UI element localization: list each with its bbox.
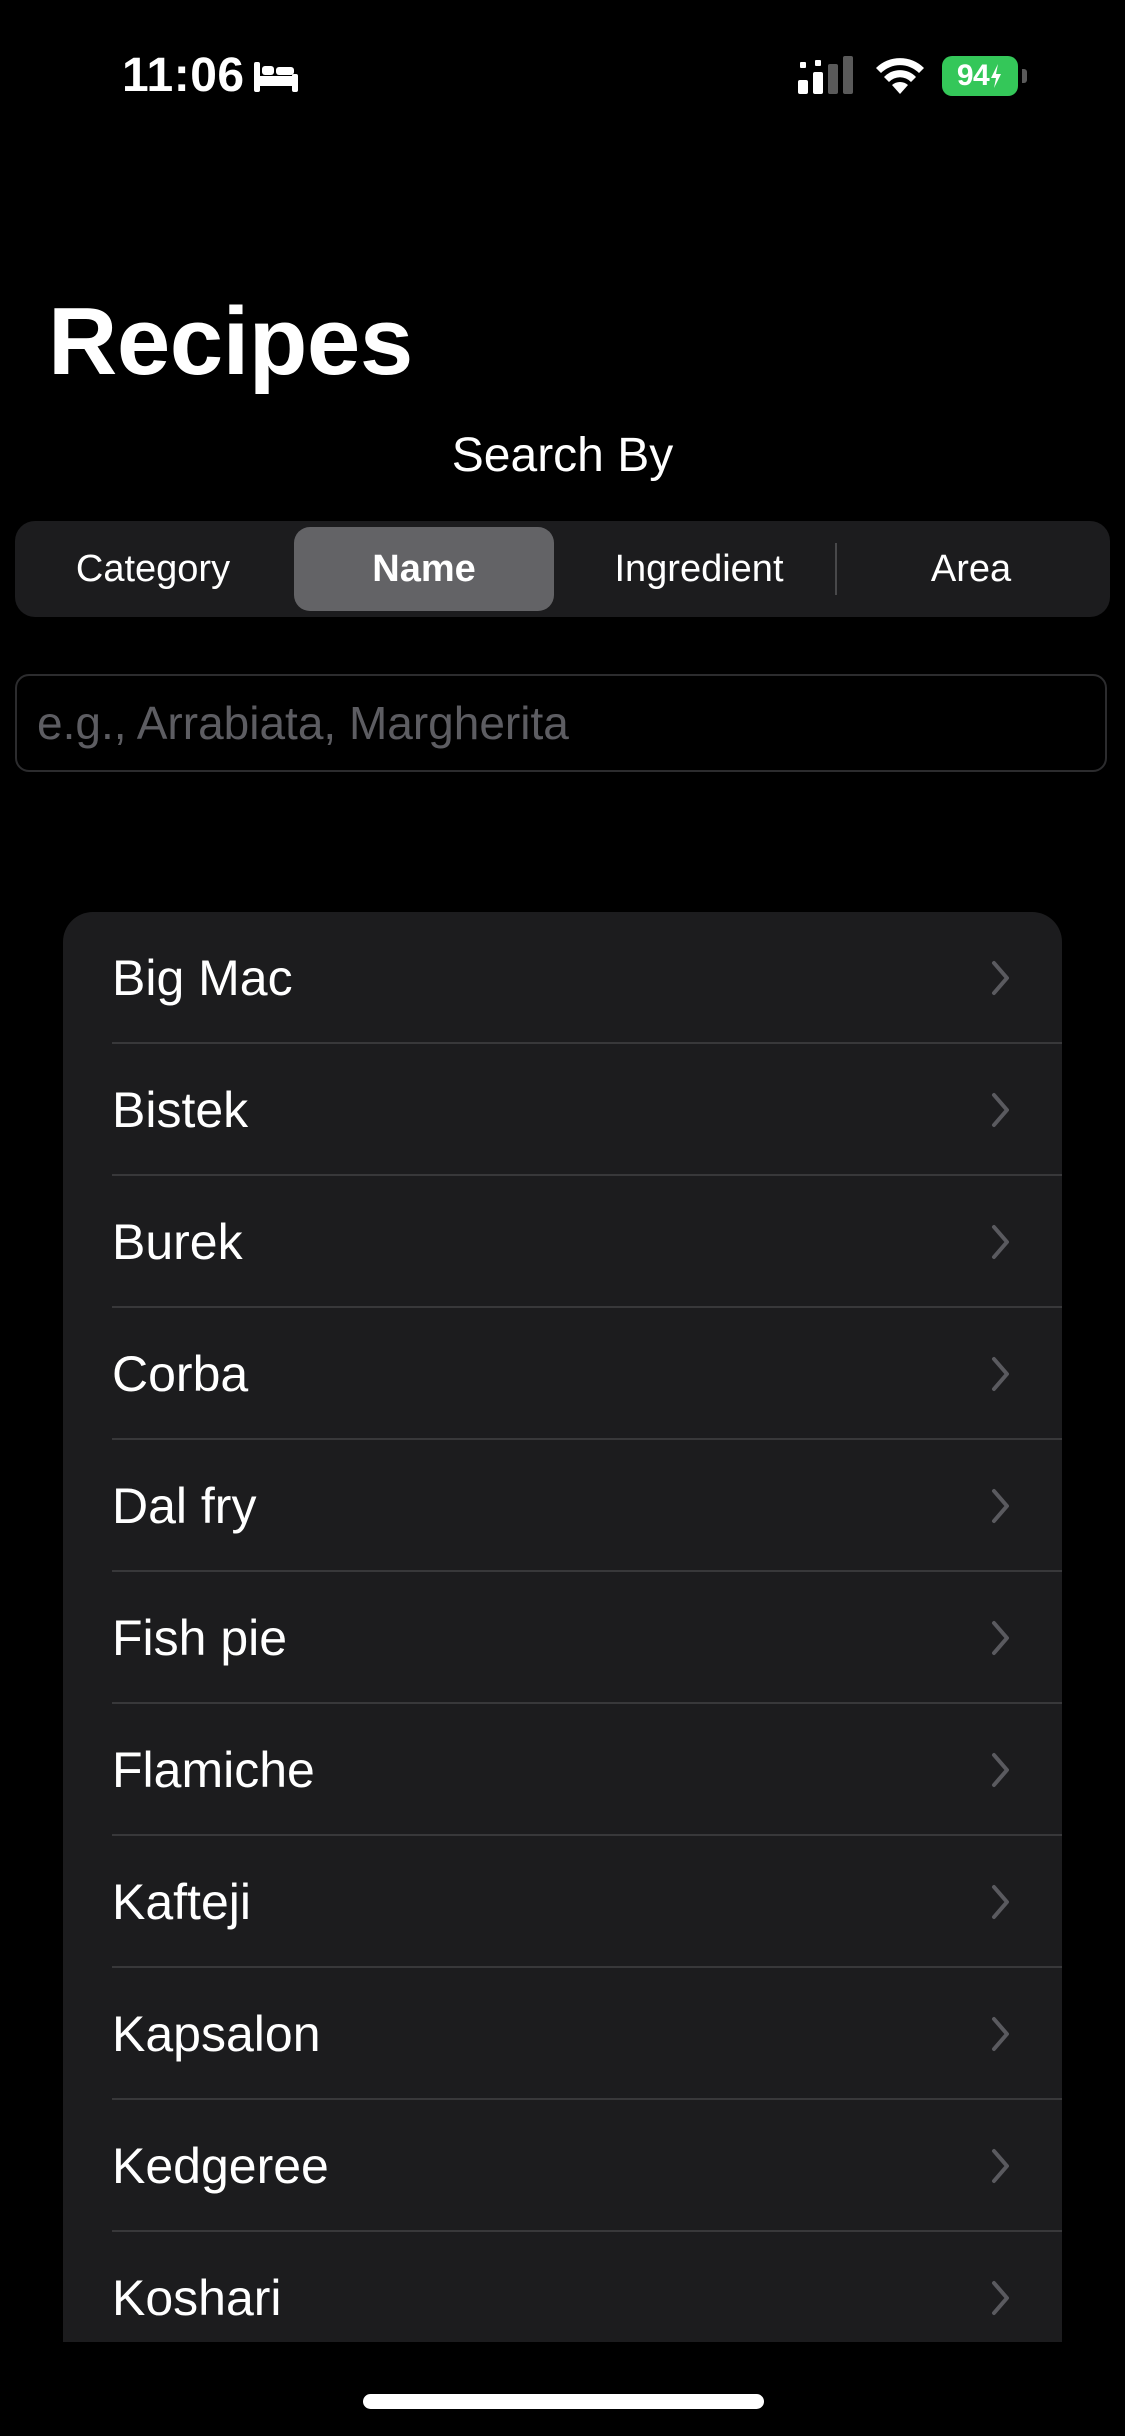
status-bar: 11:06 94 — [0, 0, 1125, 150]
charging-bolt-icon — [991, 64, 1002, 88]
search-by-segmented-control: Category Name Ingredient Area — [15, 521, 1110, 617]
search-field-container — [15, 674, 1107, 772]
list-item[interactable]: Bistek — [63, 1044, 1062, 1176]
chevron-right-icon — [992, 1621, 1009, 1655]
recipe-name: Burek — [112, 1214, 243, 1270]
chevron-right-icon — [992, 2149, 1009, 2183]
segment-divider — [835, 543, 837, 595]
recipe-name: Kafteji — [112, 1874, 251, 1930]
battery-level: 94 — [956, 59, 990, 92]
chevron-right-icon — [992, 1489, 1009, 1523]
chevron-right-icon — [992, 1093, 1009, 1127]
battery-body: 94 — [942, 56, 1018, 96]
battery-indicator: 94 — [942, 56, 1027, 96]
list-item[interactable]: Burek — [63, 1176, 1062, 1308]
segment-area[interactable]: Area — [839, 527, 1103, 611]
cellular-signal-icon — [798, 56, 853, 94]
list-item[interactable]: Flamiche — [63, 1704, 1062, 1836]
bed-icon — [254, 62, 298, 92]
search-by-label: Search By — [451, 429, 674, 482]
list-item[interactable]: Fish pie — [63, 1572, 1062, 1704]
recipe-list: Big Mac Bistek Burek Corba Dal fry Fish pie Fl… — [63, 912, 1062, 2342]
list-item[interactable]: Kapsalon — [63, 1968, 1062, 2100]
recipe-name: Flamiche — [112, 1742, 315, 1798]
chevron-right-icon — [992, 2281, 1009, 2315]
recipe-name: Fish pie — [112, 1610, 288, 1666]
segment-name[interactable]: Name — [294, 527, 554, 611]
recipe-name: Kapsalon — [112, 2006, 321, 2062]
chevron-right-icon — [992, 1357, 1009, 1391]
segment-category[interactable]: Category — [21, 527, 285, 611]
list-item[interactable]: Koshari — [63, 2232, 1062, 2342]
chevron-right-icon — [992, 961, 1009, 995]
list-item[interactable]: Dal fry — [63, 1440, 1062, 1572]
search-input[interactable] — [37, 676, 1077, 770]
segment-ingredient[interactable]: Ingredient — [564, 527, 834, 611]
list-item[interactable]: Kedgeree — [63, 2100, 1062, 2232]
recipe-name: Koshari — [112, 2270, 282, 2326]
list-item[interactable]: Big Mac — [63, 912, 1062, 1044]
list-item[interactable]: Corba — [63, 1308, 1062, 1440]
recipe-name: Bistek — [112, 1082, 249, 1138]
chevron-right-icon — [992, 1225, 1009, 1259]
recipe-name: Big Mac — [112, 950, 293, 1006]
battery-cap — [1022, 69, 1027, 83]
wifi-icon — [876, 58, 924, 94]
status-time: 11:06 — [122, 49, 245, 102]
page-title: Recipes — [48, 288, 413, 395]
list-item[interactable]: Kafteji — [63, 1836, 1062, 1968]
recipe-name: Corba — [112, 1346, 249, 1402]
recipe-name: Kedgeree — [112, 2138, 329, 2194]
chevron-right-icon — [992, 2017, 1009, 2051]
recipe-name: Dal fry — [112, 1478, 257, 1534]
chevron-right-icon — [992, 1885, 1009, 1919]
home-indicator[interactable] — [363, 2394, 764, 2409]
chevron-right-icon — [992, 1753, 1009, 1787]
